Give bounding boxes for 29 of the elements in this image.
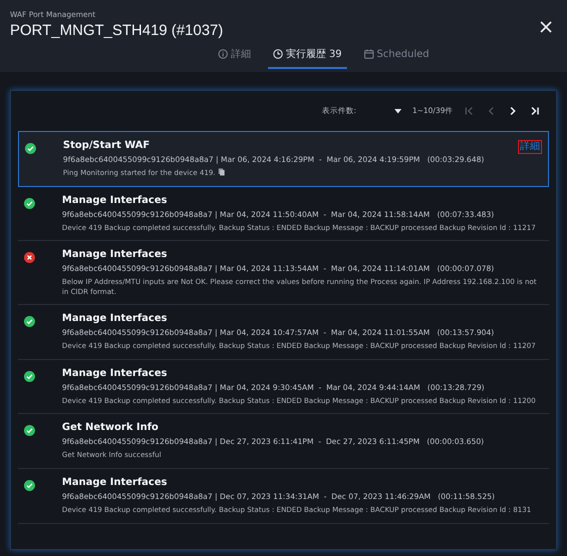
run-title: Manage Interfaces [62,476,168,488]
success-icon [24,370,35,382]
chevron-left-icon[interactable] [488,106,494,116]
close-button[interactable] [539,20,553,34]
chevron-right-icon[interactable] [510,106,516,116]
window-title: PORT_MNGT_STH419 (#1037) [10,22,224,39]
dropdown-caret-icon[interactable] [394,108,402,114]
tab[interactable]: 詳細 [212,43,256,69]
run-title: Manage Interfaces [62,194,168,206]
tab[interactable]: Scheduled [358,43,434,69]
info-icon [218,49,228,59]
tab[interactable]: 実行履歴 39 [268,43,347,69]
success-icon [24,198,35,209]
success-icon [24,480,35,491]
calendar-icon [364,49,374,59]
run-title: Manage Interfaces [62,249,168,260]
success-icon [24,316,35,328]
run-title: Stop/Start WAF [63,140,150,151]
details-link[interactable]: 詳細 [518,140,542,154]
success-icon [25,143,36,154]
copy-icon[interactable] [218,168,226,176]
clock-icon [272,49,283,59]
run-title: Manage Interfaces [62,313,168,324]
last-page-icon[interactable] [531,106,539,116]
run-title: Manage Interfaces [62,368,168,379]
success-icon [24,425,35,436]
error-icon [24,252,35,264]
first-page-icon[interactable] [465,106,473,116]
run-title: Get Network Info [62,422,158,434]
